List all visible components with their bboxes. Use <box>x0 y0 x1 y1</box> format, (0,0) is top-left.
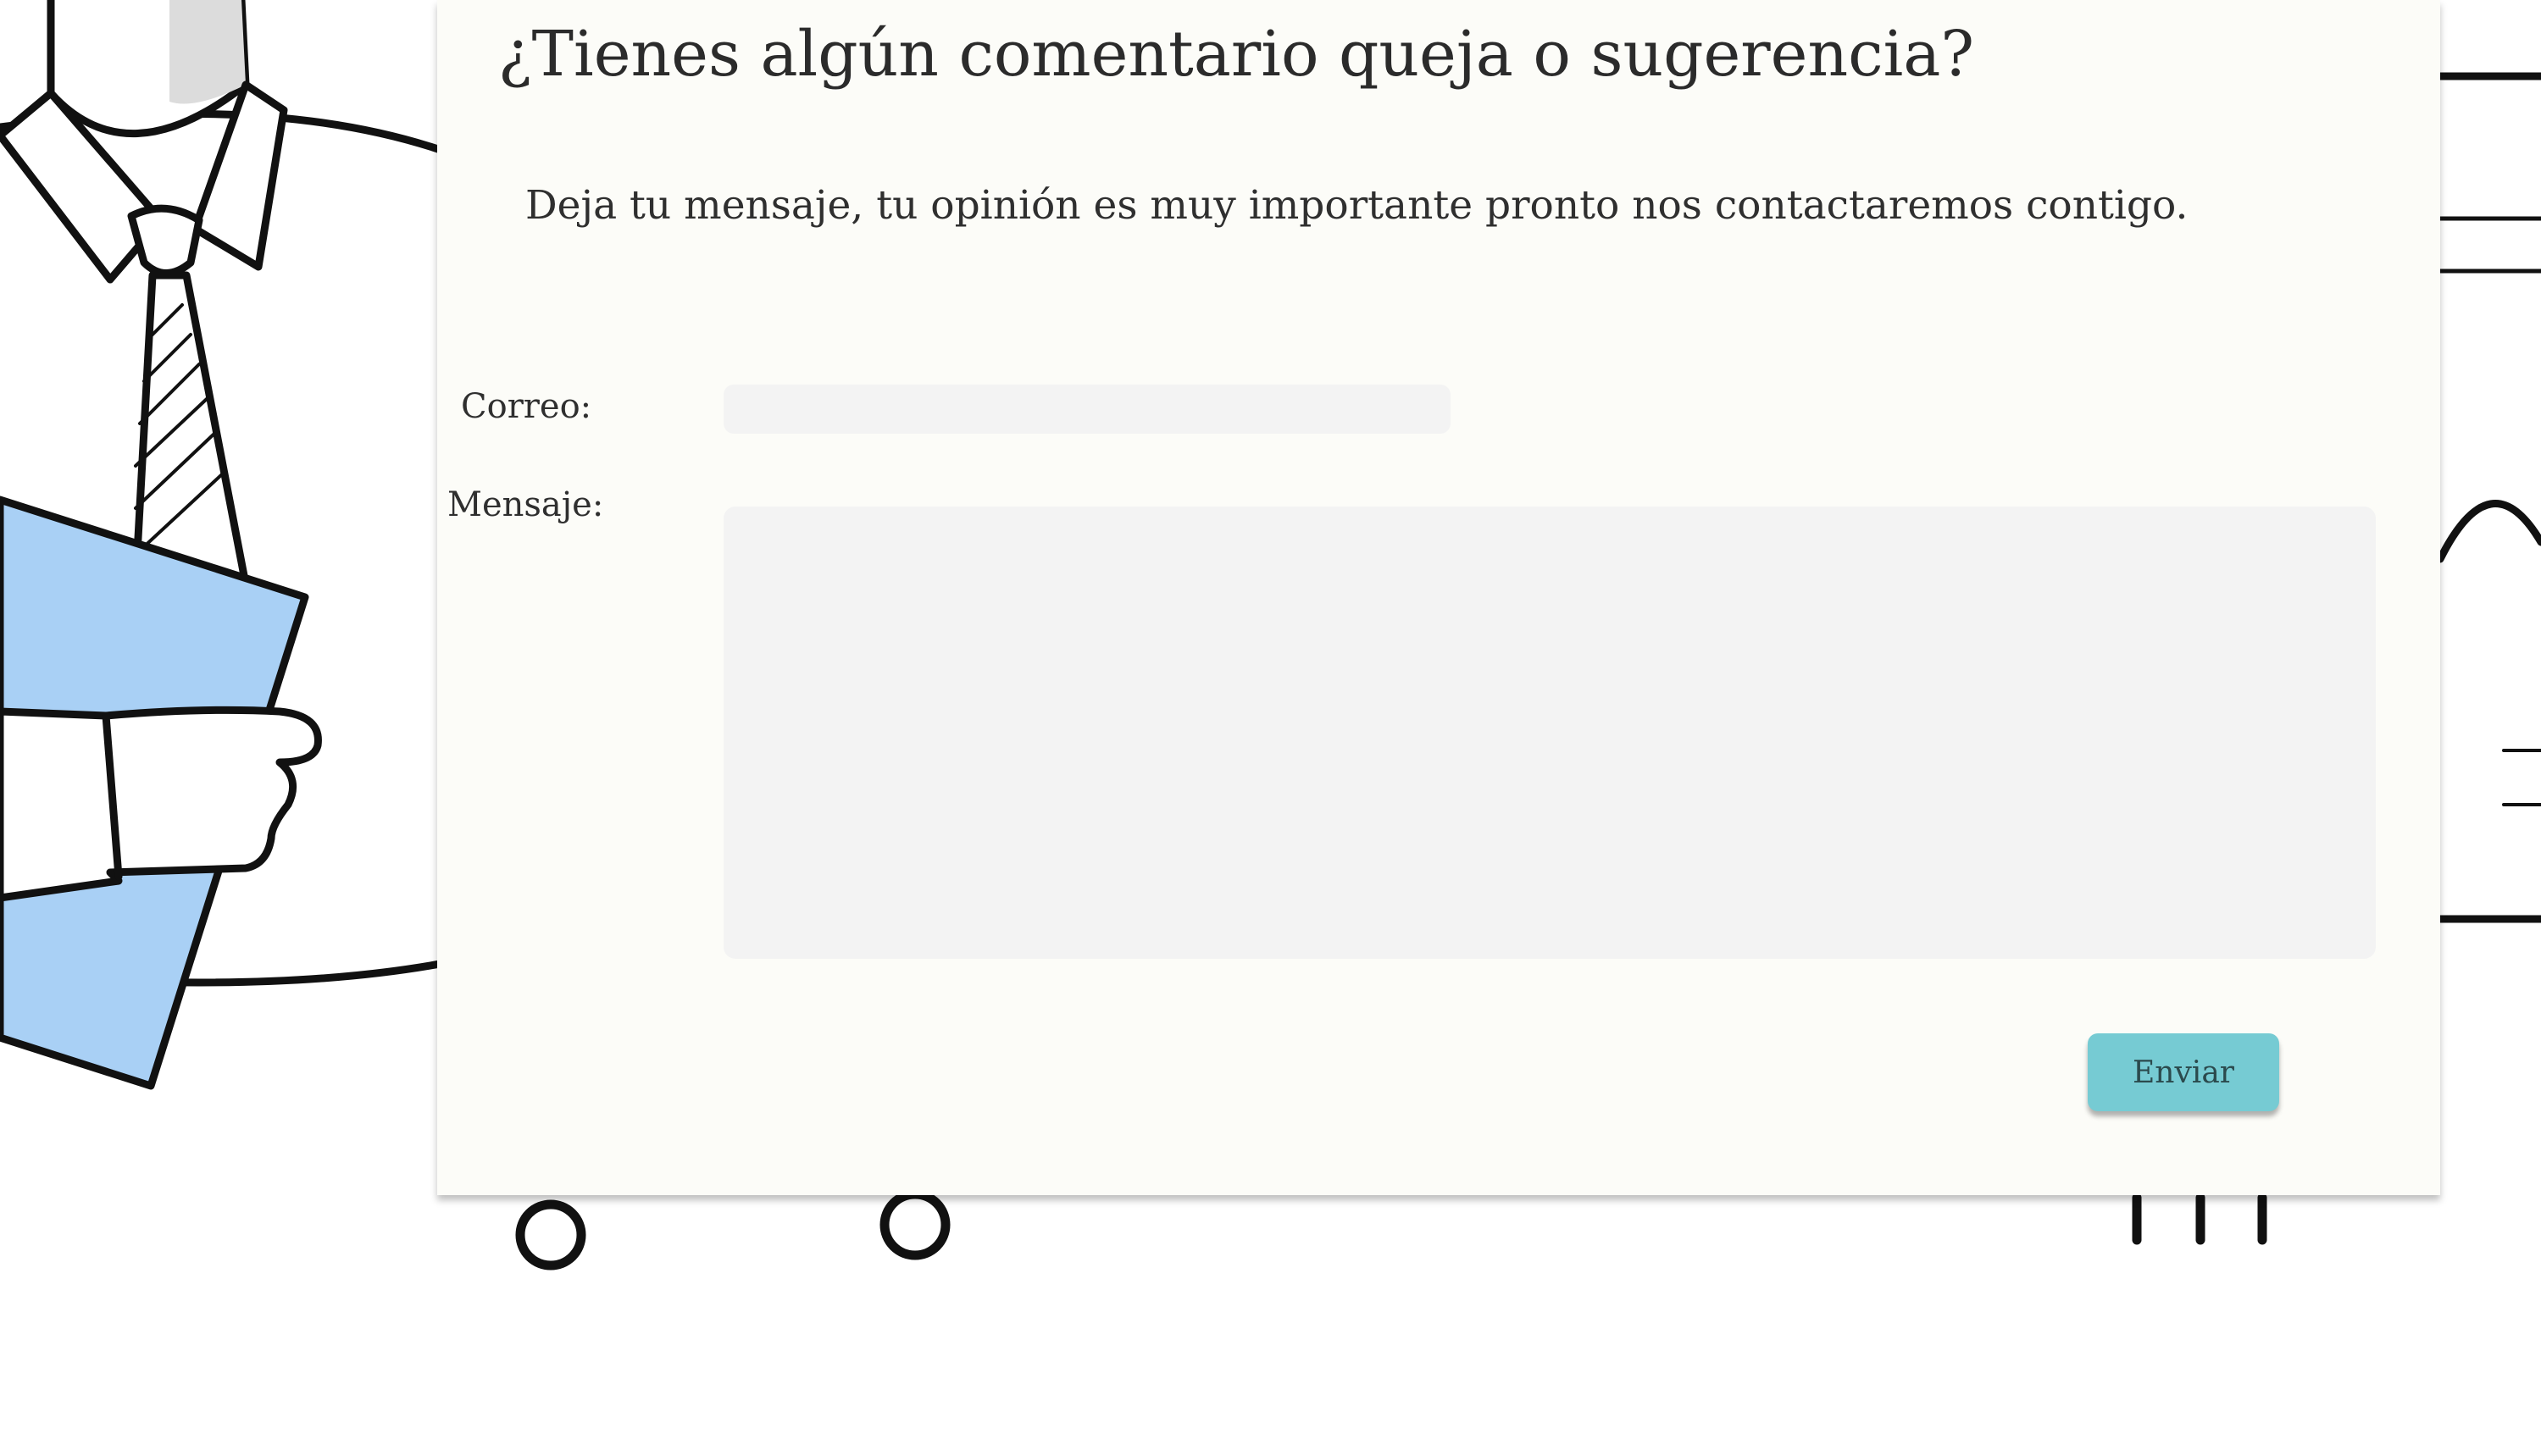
send-button[interactable]: Enviar <box>2088 1033 2279 1111</box>
message-label: Mensaje: <box>447 485 604 524</box>
bottom-decorations <box>515 1189 2267 1271</box>
page: ¿Tienes algún comentario queja o sugeren… <box>0 0 2541 1456</box>
businessman-illustration <box>0 0 513 1090</box>
message-textarea[interactable] <box>724 507 2376 959</box>
email-field[interactable] <box>724 385 1451 434</box>
email-label: Correo: <box>461 387 592 426</box>
form-subtitle: Deja tu mensaje, tu opinión es muy impor… <box>525 182 2189 229</box>
feedback-form-panel: ¿Tienes algún comentario queja o sugeren… <box>437 0 2440 1195</box>
page-title: ¿Tienes algún comentario queja o sugeren… <box>498 18 1975 91</box>
right-side-illustration <box>2436 72 2541 923</box>
